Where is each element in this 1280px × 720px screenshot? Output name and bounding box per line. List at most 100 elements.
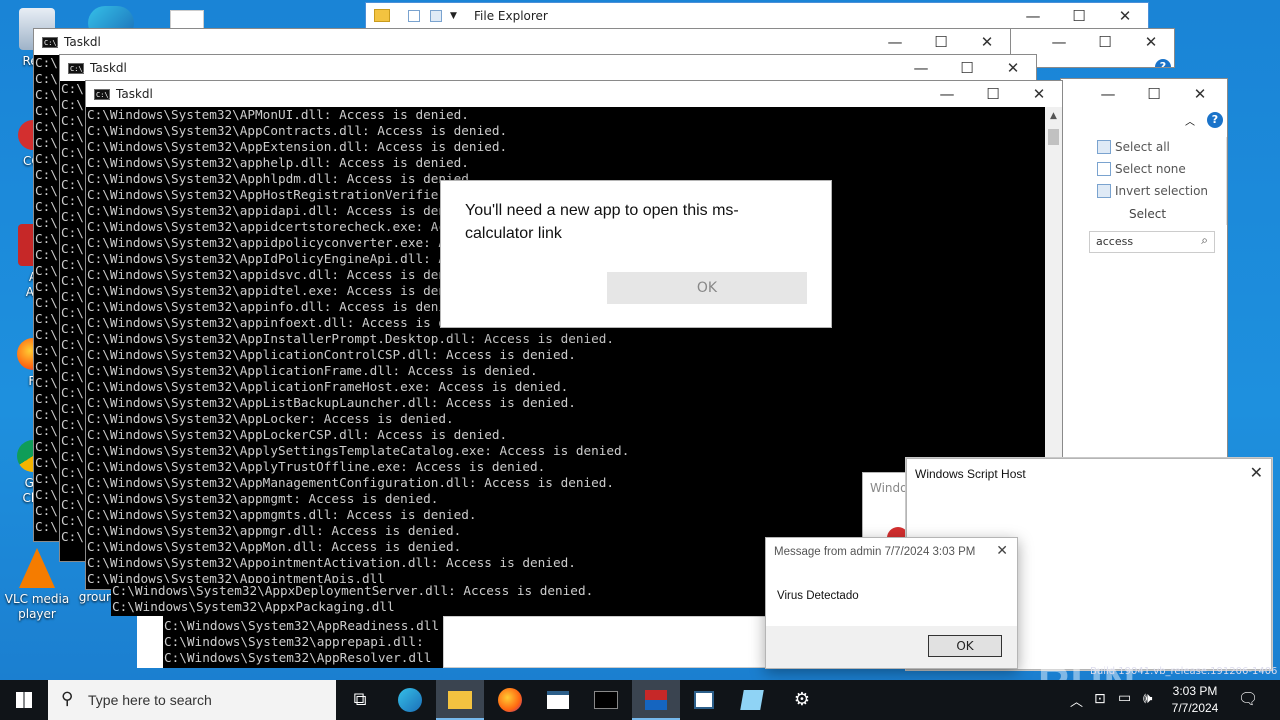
close-button[interactable]: ✕ [1016,81,1062,107]
taskbar-search-box[interactable]: ⚲ Type here to search [48,680,336,720]
app-needed-dialog: You'll need a new app to open this ms-ca… [440,180,832,328]
console-line: C:\Windows\System32\AppLocker: Access is… [87,411,454,426]
select-group-label: Select [1129,207,1167,221]
taskbar-app-window-icon[interactable] [534,680,582,720]
wannacry-icon[interactable] [632,680,680,720]
firefox-taskbar-icon[interactable] [486,680,534,720]
clock-date: 7/7/2024 [1171,701,1219,715]
settings-tool-icon[interactable]: ⚙ [778,680,826,720]
taskdl-title-1: Taskdl [64,35,101,49]
command-prompt-icon[interactable] [582,680,630,720]
taskdl-titlebar-2: Taskdl — ☐ ✕ [60,55,1036,82]
clock[interactable]: 3:03 PM 7/7/2024 [1164,683,1226,717]
properties-icon[interactable] [408,10,420,22]
file-explorer-icon[interactable] [436,680,484,720]
taskbar-search-input[interactable]: Type here to search [88,692,212,708]
ethernet-icon[interactable]: ▭ [1118,690,1131,706]
close-button[interactable]: ✕ [1102,3,1148,29]
minimize-button[interactable]: — [924,81,970,107]
admin-message-title: Message from admin 7/7/2024 3:03 PM [774,546,976,558]
help-icon[interactable]: ? [1155,59,1171,67]
new-folder-icon[interactable] [430,10,442,22]
taskbar: ⚲ Type here to search ⧉ ⚙ ︿ ⊡ ▭ 🕪 3:03 P… [0,680,1280,720]
console-line: C:\Windows\System32\AppxDeploymentServer… [112,583,594,598]
admin-message-ok-button[interactable]: OK [928,635,1002,657]
minimize-button[interactable]: — [1036,29,1082,55]
wsh-title: Windows Script Host [915,467,1026,481]
search-icon: ⌕ [1201,233,1208,247]
minimize-button[interactable]: — [1085,81,1131,107]
scrollbar-thumb[interactable] [1048,129,1059,145]
console-icon [68,56,87,82]
maximize-button[interactable]: ☐ [918,29,964,55]
volume-icon[interactable]: 🕪 [1143,689,1152,707]
console-line: C:\Windows\System32\AppInstallerPrompt.D… [87,331,615,346]
maximize-button[interactable]: ☐ [1056,3,1102,29]
close-button[interactable]: ✕ [1128,29,1174,55]
app-needed-message: You'll need a new app to open this ms-ca… [465,202,739,242]
chevron-up-icon[interactable]: ︿ [1070,691,1083,710]
maximize-button[interactable]: ☐ [1082,29,1128,55]
chevron-down-icon[interactable]: ▼ [450,3,457,29]
close-button[interactable]: ✕ [1177,81,1223,107]
console-line: C:\Windows\System32\ApplicationControlCS… [87,347,576,362]
select-none-icon [1097,162,1111,176]
close-button[interactable]: ✕ [990,55,1036,81]
close-button[interactable]: ✕ [1250,463,1263,482]
maximize-button[interactable]: ☐ [1131,81,1177,107]
console-line: C:\Windows\System32\apphelp.dll: Access … [87,155,469,170]
desktop: Recy CCl AAc Fi GoChr VLC mediaplayer gr… [0,0,1280,680]
console-icon [42,30,61,56]
console-fragment-border [137,616,163,668]
console-output-4: C:\Windows\System32\AppxDeploymentServer… [111,583,771,616]
task-view-icon[interactable]: ⧉ [336,680,384,720]
console-line: C:\Windows\System32\AppxPackaging.dll [112,599,395,614]
maximize-button[interactable]: ☐ [970,81,1016,107]
close-button[interactable]: ✕ [996,543,1008,559]
console-line: C:\Windows\System32\AppReadiness.dll [164,618,439,633]
select-all-icon [1097,140,1111,154]
invert-selection-label: Invert selection [1115,184,1209,198]
chevron-up-icon[interactable]: ︿ [1185,113,1195,128]
console-icon [94,82,113,108]
file-explorer-titlebar: ▼ File Explorer — ☐ ✕ [366,3,1148,29]
console-line: C:\Windows\System32\apprepapi.dll: [164,634,424,649]
console-line: C:\Windows\System32\AppResolver.dll [164,650,432,665]
console-line: C:\Windows\System32\ApplicationFrame.dll… [87,363,538,378]
maximize-button[interactable]: ☐ [944,55,990,81]
minimize-button[interactable]: — [1010,3,1056,29]
console-fragment-1: C:\Windows\System32\AppxDeploymentServer… [111,583,771,616]
chevron-up-icon[interactable]: ︿ [1135,59,1145,67]
search-box[interactable]: access ⌕ [1089,231,1215,253]
console-line: C:\Windows\System32\AppListBackupLaunche… [87,395,576,410]
close-button[interactable]: ✕ [964,29,1010,55]
scroll-up-icon[interactable]: ▲ [1045,107,1062,125]
minimize-button[interactable]: — [898,55,944,81]
invert-selection-icon [1097,184,1111,198]
file-explorer-title: File Explorer [474,9,548,23]
select-all-button[interactable]: Select all [1095,137,1170,157]
help-icon[interactable]: ? [1207,112,1223,128]
invert-selection-button[interactable]: Invert selection [1095,181,1208,201]
edge-icon[interactable] [386,680,434,720]
console-line: C:\Windows\System32\AppContracts.dll: Ac… [87,123,508,138]
console-output-5: C:\Windows\System32\AppReadiness.dll C:\W… [163,618,443,668]
select-none-button[interactable]: Select none [1095,159,1186,179]
vlc-label: VLC media player [4,592,70,621]
build-string: Build 19041.vb_release.191206-1406 [1090,666,1278,677]
console-line: C:\Windows\System32\AppLockerCSP.dll: Ac… [87,427,508,442]
folder-icon [374,9,390,22]
app-needed-ok-button[interactable]: OK [607,272,807,304]
taskdl-titlebar-3: Taskdl — ☐ ✕ [86,81,1062,108]
console-line: C:\Windows\System32\APMonUI.dll: Access … [87,107,469,122]
start-button[interactable] [0,680,48,720]
admin-message-body: Virus Detectado [777,590,859,602]
script-host-icon[interactable] [680,680,728,720]
ribbon-select-group: Select all Select none Invert selection … [1091,137,1227,225]
network-icon[interactable]: ⊡ [1094,691,1106,707]
notification-icon[interactable]: 🗨 [1238,689,1258,708]
minimize-button[interactable]: — [872,29,918,55]
select-none-label: Select none [1115,162,1186,176]
notepad-icon[interactable] [728,680,776,720]
search-input[interactable]: access [1096,235,1133,248]
